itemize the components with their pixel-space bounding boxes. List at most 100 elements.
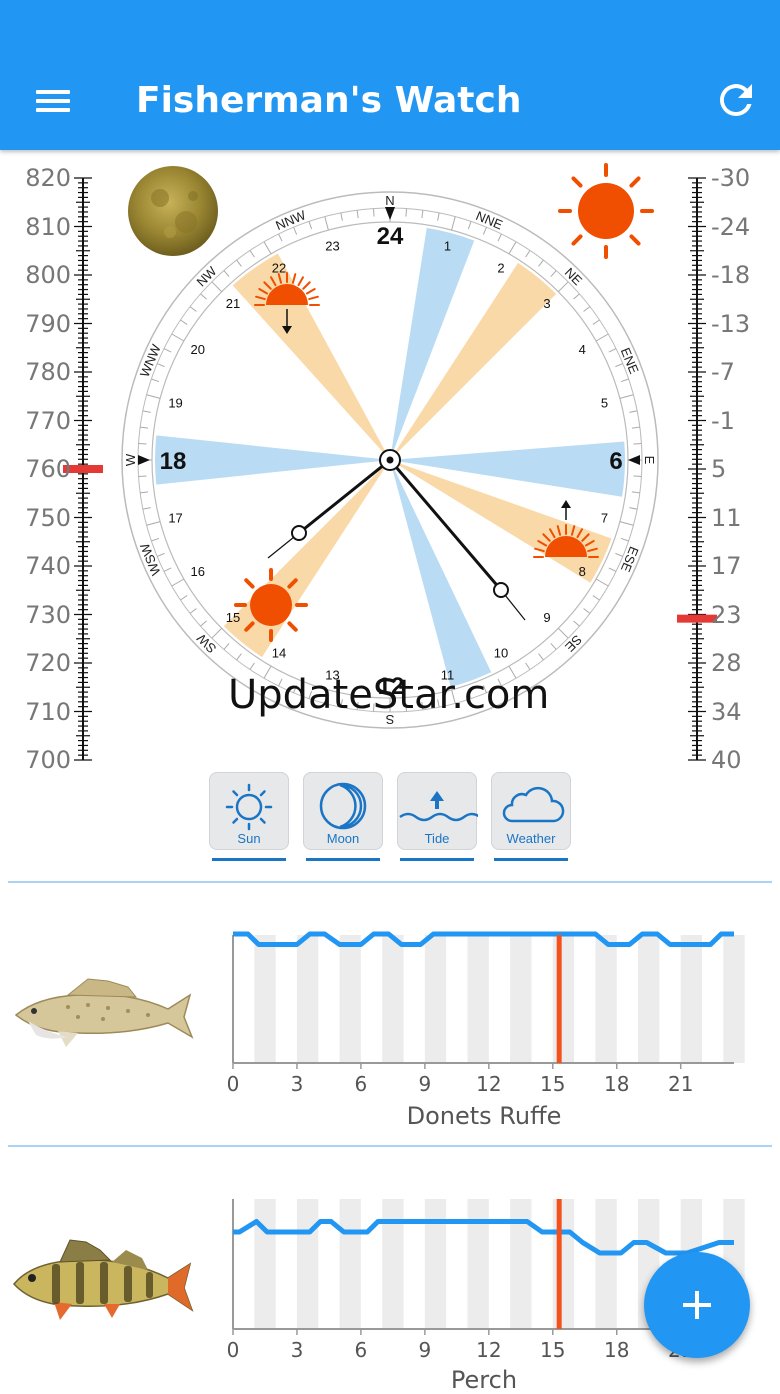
sun-ray [571,234,583,246]
hour-label: 20 [191,342,205,357]
dial-tick [538,259,544,267]
sun-hand-knob [493,582,509,598]
sun-ray [629,176,641,188]
hour-stripe [595,935,617,1063]
dial-tick [557,281,569,293]
fish-image-ruffe [14,978,194,1047]
dial-tick [629,507,638,510]
hour-stripe [424,935,447,1063]
moon-tab-icon [319,782,367,830]
dial-tick [249,250,255,258]
gauge-label: -13 [711,309,751,338]
west-pointer [138,455,150,465]
hour-stripe [638,935,660,1063]
hour-label: 5 [601,396,608,411]
hour-stripe [382,935,404,1063]
activity-band [155,435,390,485]
hour-label-6: 6 [609,448,622,475]
dial-tick [550,643,557,650]
hour-label-24: 24 [377,223,404,250]
dial-tick [163,567,172,572]
hour-label: 19 [168,396,182,411]
hour-stripe [424,1199,447,1329]
tab-underline [400,858,474,861]
tab-label: Moon [326,831,360,846]
divider [8,881,772,883]
x-tick-label: 6 [355,1338,368,1362]
sun-ray [571,176,583,188]
dial-tick [615,363,624,368]
sun-disc [250,584,292,626]
tab-underline [306,858,380,861]
gauge-label: -30 [711,164,751,192]
dial-tick [151,537,160,542]
divider [8,1145,772,1147]
hour-label: 16 [191,564,205,579]
hour-label-18: 18 [160,448,187,475]
sunrise-arrow-head [561,500,571,508]
dial-tick [249,662,255,670]
dial-tick [373,208,375,217]
dial-tick [340,212,343,221]
dial-tick [573,293,580,300]
sun-ray [308,295,319,301]
tab-sun[interactable]: Sun [209,772,289,850]
sun-icon [558,163,654,259]
x-tick-label: 12 [476,1338,501,1362]
gauge-label: 780 [25,358,71,386]
tide-tab-icon [399,791,478,822]
dial-tick [620,378,629,383]
sun-disc [578,183,634,239]
hour-stripe [723,935,745,1063]
gauge-label: 820 [25,164,71,192]
gauge-label: -1 [711,406,735,435]
gauge-label: 700 [25,746,71,774]
dial-tick [171,578,185,587]
dial-tick [467,221,472,230]
x-tick-label: 18 [604,1072,629,1096]
tab-label: Sun [237,831,261,846]
tab-underline [212,858,286,861]
dial-tick [146,394,161,399]
activity-band [390,227,475,460]
gauge-label: 790 [25,309,71,338]
dial-tick [151,378,160,383]
x-tick-label: 12 [476,1072,501,1096]
tab-moon[interactable]: Moon [303,772,383,850]
gauge-label: 760 [25,455,71,483]
dial-tick [211,627,223,639]
hour-label: 15 [226,610,240,625]
gauge-label: -7 [711,358,735,386]
sun-ray [287,621,298,632]
weather-tab-icon [502,786,565,823]
tab-label: Weather [506,831,556,846]
fish-image-perch [13,1239,194,1320]
dial-tick [156,552,165,557]
add-fish-button[interactable] [644,1252,750,1358]
hour-label: 3 [543,296,550,311]
dial-tick [592,595,600,601]
hour-stripe [296,1199,319,1329]
dial-tick [595,333,609,342]
dial-tick [200,293,207,300]
dial-tick [180,319,188,325]
hour-label: 23 [325,239,339,254]
x-tick-label: 9 [419,1338,432,1362]
hour-label: 2 [497,261,504,276]
menu-icon[interactable] [30,78,76,124]
tab-tide[interactable]: Tide [397,772,478,850]
dial-tick [405,208,407,217]
refresh-icon[interactable] [712,76,760,124]
compass-label: W [123,453,138,466]
east-pointer [628,455,640,465]
hour-stripe [552,935,575,1063]
dial-tick [631,426,640,429]
compass-label: NNW [273,207,308,233]
dial-tick [525,662,531,670]
hour-stripe [382,1199,404,1329]
dial-tick [138,443,147,445]
dial-tick [437,212,440,221]
dial-tick [633,475,642,477]
x-tick-label: 3 [291,1072,304,1096]
tab-weather[interactable]: Weather [491,772,571,850]
